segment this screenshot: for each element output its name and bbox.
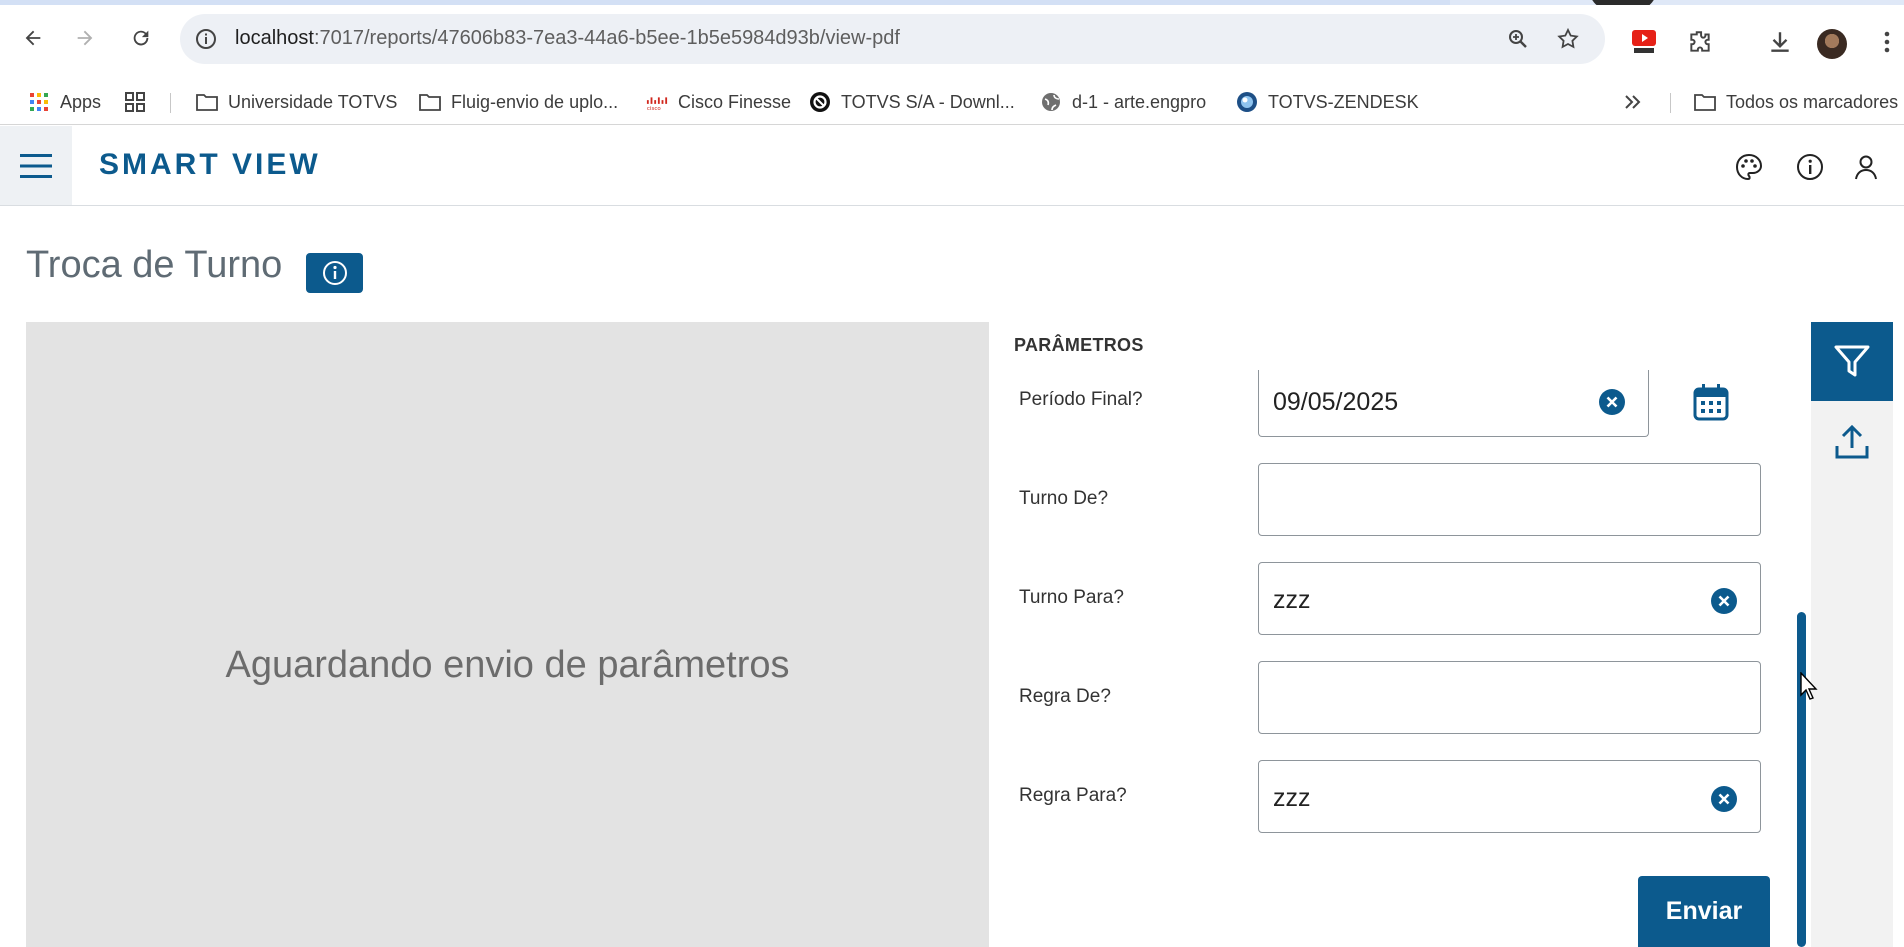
clear-x-icon[interactable]: [1710, 587, 1737, 614]
url-text[interactable]: localhost:7017/reports/47606b83-7ea3-44a…: [235, 27, 900, 50]
bookmark-all-bookmarks[interactable]: Todos os marcadores: [1694, 88, 1898, 116]
info-circle-icon[interactable]: [1795, 152, 1825, 182]
folder-icon: [1694, 91, 1716, 113]
info-circle-icon: [322, 261, 347, 285]
bookmarks-bar: Apps Universidade TOTVS Fluig-envio de u…: [0, 79, 1904, 125]
upload-icon[interactable]: [1811, 401, 1893, 483]
filter-icon[interactable]: [1811, 322, 1893, 401]
youtube-extension-icon[interactable]: [1630, 27, 1658, 55]
zendesk-icon: [1236, 91, 1258, 113]
tab-groups-icon: [124, 91, 146, 113]
clear-x-icon[interactable]: [1598, 388, 1625, 415]
url-path: :7017/reports/47606b83-7ea3-44a6-b5ee-1b…: [313, 27, 900, 49]
bookmarks-overflow-chevron-icon[interactable]: [1624, 88, 1642, 116]
extensions-puzzle-icon[interactable]: [1686, 28, 1714, 56]
bookmark-d1-arte[interactable]: d-1 - arte.engpro: [1040, 88, 1206, 116]
globe-icon: [1040, 91, 1062, 113]
palette-icon[interactable]: [1734, 152, 1764, 182]
app-header: SMART VIEW: [0, 126, 1904, 206]
calendar-icon[interactable]: [1693, 383, 1729, 421]
site-info-icon[interactable]: [194, 27, 218, 51]
bookmark-label: Apps: [60, 91, 102, 112]
back-arrow-icon[interactable]: [20, 25, 46, 51]
field-value: zzz: [1273, 784, 1311, 812]
bookmark-label: Cisco Finesse: [678, 91, 792, 112]
param-label-regra-para: Regra Para?: [1019, 785, 1127, 806]
params-scrollbar-thumb[interactable]: [1797, 612, 1806, 947]
app-brand: SMART VIEW: [99, 148, 321, 181]
param-label-turno-de: Turno De?: [1019, 488, 1109, 509]
mouse-cursor-icon: [1800, 671, 1820, 702]
bookmark-apps[interactable]: Apps: [28, 88, 101, 116]
param-label-regra-de: Regra De?: [1019, 686, 1111, 707]
zoom-icon[interactable]: [1506, 27, 1530, 51]
bookmark-label: TOTVS-ZENDESK: [1268, 91, 1419, 112]
downloads-icon[interactable]: [1766, 28, 1794, 56]
apps-grid-icon: [28, 91, 50, 113]
address-bar[interactable]: localhost:7017/reports/47606b83-7ea3-44a…: [180, 14, 1605, 64]
bookmark-label: Universidade TOTVS: [228, 91, 398, 112]
forward-arrow-icon[interactable]: [72, 25, 98, 51]
params-title: PARÂMETROS: [1014, 335, 1144, 355]
report-preview-pane: Aguardando envio de parâmetros: [26, 322, 989, 947]
param-label-periodo-final: Período Final?: [1019, 389, 1143, 410]
right-action-rail: [1811, 322, 1893, 947]
browser-menu-icon[interactable]: [1873, 28, 1901, 56]
profile-avatar[interactable]: [1817, 29, 1847, 59]
url-host: localhost: [235, 27, 314, 49]
bookmark-label: Fluig-envio de uplo...: [451, 91, 619, 112]
folder-icon: [196, 91, 218, 113]
bookmark-label: d-1 - arte.engpro: [1072, 91, 1207, 112]
turno-para-input[interactable]: zzz: [1258, 562, 1761, 635]
bookmark-totvs-downloads[interactable]: TOTVS S/A - Downl...: [809, 88, 1015, 116]
bookmark-separator: [170, 93, 171, 113]
hamburger-menu-icon[interactable]: [0, 126, 72, 205]
svg-text:cisco: cisco: [647, 106, 661, 112]
bookmark-totvs-zendesk[interactable]: TOTVS-ZENDESK: [1236, 88, 1419, 116]
totvs-icon: [809, 91, 831, 113]
page-title: Troca de Turno: [26, 244, 283, 286]
periodo-final-input[interactable]: 09/05/2025: [1258, 370, 1649, 437]
send-button[interactable]: Enviar: [1638, 876, 1770, 947]
regra-para-input[interactable]: zzz: [1258, 760, 1761, 833]
bookmark-star-icon[interactable]: [1556, 27, 1580, 51]
folder-icon: [419, 91, 441, 113]
user-icon[interactable]: [1851, 152, 1881, 182]
param-label-turno-para: Turno Para?: [1019, 587, 1124, 608]
bookmark-fluig[interactable]: Fluig-envio de uplo...: [419, 88, 618, 116]
bookmark-label: Todos os marcadores: [1726, 91, 1899, 112]
bookmark-separator: [1670, 93, 1671, 113]
report-info-button[interactable]: [306, 253, 363, 293]
regra-de-input[interactable]: [1258, 661, 1761, 734]
bookmark-universidade-totvs[interactable]: Universidade TOTVS: [196, 88, 397, 116]
reload-icon[interactable]: [128, 25, 154, 51]
turno-de-input[interactable]: [1258, 463, 1761, 536]
bookmark-tab-groups[interactable]: [124, 88, 156, 116]
preview-waiting-message: Aguardando envio de parâmetros: [225, 644, 790, 686]
field-value: 09/05/2025: [1273, 388, 1399, 416]
field-value: zzz: [1273, 586, 1311, 614]
browser-toolbar: localhost:7017/reports/47606b83-7ea3-44a…: [0, 5, 1904, 79]
bookmark-cisco-finesse[interactable]: cisco Cisco Finesse: [646, 88, 791, 116]
clear-x-icon[interactable]: [1710, 785, 1737, 812]
bookmark-label: TOTVS S/A - Downl...: [841, 91, 1015, 112]
cisco-icon: cisco: [646, 91, 668, 113]
